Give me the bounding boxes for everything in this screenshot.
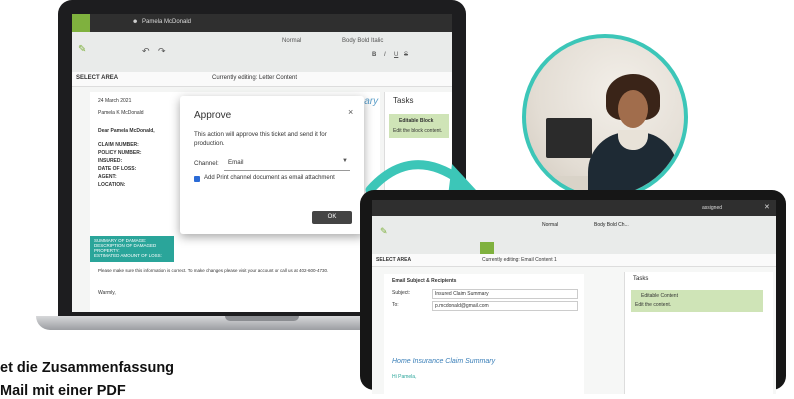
tasks-title: Tasks bbox=[393, 96, 414, 105]
selection-bar: SELECT AREA Currently editing: Letter Co… bbox=[72, 72, 452, 87]
task-card-body: Edit the content. bbox=[635, 302, 672, 308]
to-label: To: bbox=[392, 302, 399, 308]
task-card[interactable]: Editable Block Edit the block content. bbox=[389, 114, 449, 138]
to-input[interactable]: p.mcdonald@gmail.com bbox=[432, 301, 578, 311]
pen-icon[interactable]: ✎ bbox=[380, 226, 388, 237]
attachment-checkbox[interactable] bbox=[194, 176, 200, 182]
doc-date: 24 March 2021 bbox=[98, 98, 132, 104]
task-card-title: Editable Content bbox=[641, 293, 678, 299]
subject-input[interactable]: Insured Claim Summary bbox=[432, 289, 578, 299]
damage-line: DESCRIPTION OF DAMAGED PROPERTY: bbox=[94, 243, 157, 253]
dialog-title: Approve bbox=[194, 110, 232, 121]
channel-label: Channel: bbox=[194, 160, 219, 167]
ok-button[interactable]: OK bbox=[312, 211, 352, 224]
doc-field-label: DATE OF LOSS: bbox=[98, 166, 137, 172]
tablet-toolbar: ✎ Normal Body Bold Ch... bbox=[372, 216, 776, 255]
laptop-notch bbox=[225, 316, 299, 321]
customer-photo bbox=[522, 34, 688, 200]
tablet-screen: assigned ✕ ✎ Normal Body Bold Ch... SELE… bbox=[372, 200, 776, 394]
doc-footer-text: Please make sure this information is cor… bbox=[98, 268, 329, 273]
topbar-user-name: Pamela McDonald bbox=[142, 19, 192, 25]
caret-down-icon: ▼ bbox=[342, 158, 348, 164]
damage-line: ESTIMATED AMOUNT OF LOSS: bbox=[94, 253, 162, 258]
doc-field-label: AGENT: bbox=[98, 174, 117, 180]
damage-summary-block[interactable]: SUMMARY OF DAMAGE: DESCRIPTION OF DAMAGE… bbox=[90, 236, 174, 262]
tasks-title: Tasks bbox=[633, 276, 649, 282]
doc-address: Pamela K McDonald bbox=[98, 110, 144, 116]
person-face bbox=[618, 90, 648, 128]
pen-icon[interactable]: ✎ bbox=[78, 44, 86, 55]
doc-field-label: INSURED: bbox=[98, 158, 123, 164]
italic-button[interactable]: I bbox=[384, 52, 386, 58]
attachment-checkbox-label: Add Print channel document as email atta… bbox=[204, 175, 335, 181]
doc-signoff: Warmly, bbox=[98, 290, 116, 296]
doc-field-label: POLICY NUMBER: bbox=[98, 150, 142, 156]
font-style-select[interactable]: Body Bold Ch... bbox=[594, 222, 629, 228]
editor-toolbar: ✎ ↶ ↷ Normal Body Bold Italic B I U S bbox=[72, 32, 452, 73]
monitor-shape bbox=[546, 118, 592, 158]
paragraph-style-select[interactable]: Normal bbox=[542, 222, 558, 228]
doc-field-label: LOCATION: bbox=[98, 182, 126, 188]
app-topbar: ☻ Pamela McDonald bbox=[72, 14, 452, 32]
app-logo-tile bbox=[72, 14, 90, 32]
close-icon[interactable]: × bbox=[348, 107, 353, 117]
close-icon[interactable]: ✕ bbox=[764, 203, 770, 211]
section-title: Email Subject & Recipients bbox=[392, 278, 457, 284]
doc-salutation: Dear Pamela McDonald, bbox=[98, 128, 155, 134]
email-greeting: Hi Pamela, bbox=[392, 374, 417, 380]
select-area-button[interactable]: SELECT AREA bbox=[76, 75, 118, 81]
caption-line-1: et die Zusammenfassung bbox=[0, 360, 175, 376]
user-icon: ☻ bbox=[132, 19, 139, 25]
save-tile[interactable] bbox=[480, 242, 494, 254]
underline-button[interactable]: U bbox=[394, 52, 398, 58]
approve-dialog: Approve × This action will approve this … bbox=[180, 96, 364, 234]
task-card-title: Editable Block bbox=[399, 118, 434, 124]
tablet-selection-bar: SELECT AREA Currently editing: Email Con… bbox=[372, 254, 776, 267]
currently-editing-label: Currently editing: Email Content 1 bbox=[482, 257, 557, 263]
task-card[interactable]: Editable Content Edit the content. bbox=[631, 290, 763, 312]
doc-field-label: CLAIM NUMBER: bbox=[98, 142, 139, 148]
select-area-button[interactable]: SELECT AREA bbox=[376, 257, 411, 263]
subject-label: Subject: bbox=[392, 290, 411, 296]
topbar-assigned: assigned bbox=[702, 205, 723, 211]
caption-line-2: Mail mit einer PDF bbox=[0, 383, 126, 399]
email-form: Email Subject & Recipients Subject: Insu… bbox=[384, 274, 584, 394]
channel-value: Email bbox=[228, 159, 244, 166]
strike-button[interactable]: S bbox=[404, 52, 408, 58]
dialog-description: This action will approve this ticket and… bbox=[194, 131, 327, 147]
channel-select[interactable]: Email ▼ bbox=[224, 156, 350, 171]
email-title: Home Insurance Claim Summary bbox=[392, 358, 496, 365]
currently-editing-label: Currently editing: Letter Content bbox=[212, 75, 298, 81]
tablet-topbar: assigned ✕ bbox=[372, 200, 776, 216]
paragraph-style-select[interactable]: Normal bbox=[282, 38, 301, 44]
task-card-body: Edit the block content. bbox=[393, 128, 443, 134]
redo-icon[interactable]: ↷ bbox=[158, 46, 166, 57]
undo-icon[interactable]: ↶ bbox=[142, 46, 150, 57]
font-style-select[interactable]: Body Bold Italic bbox=[342, 38, 383, 44]
tablet-tasks-panel: Tasks Editable Content Edit the content. bbox=[624, 272, 773, 394]
bold-button[interactable]: B bbox=[372, 52, 376, 58]
